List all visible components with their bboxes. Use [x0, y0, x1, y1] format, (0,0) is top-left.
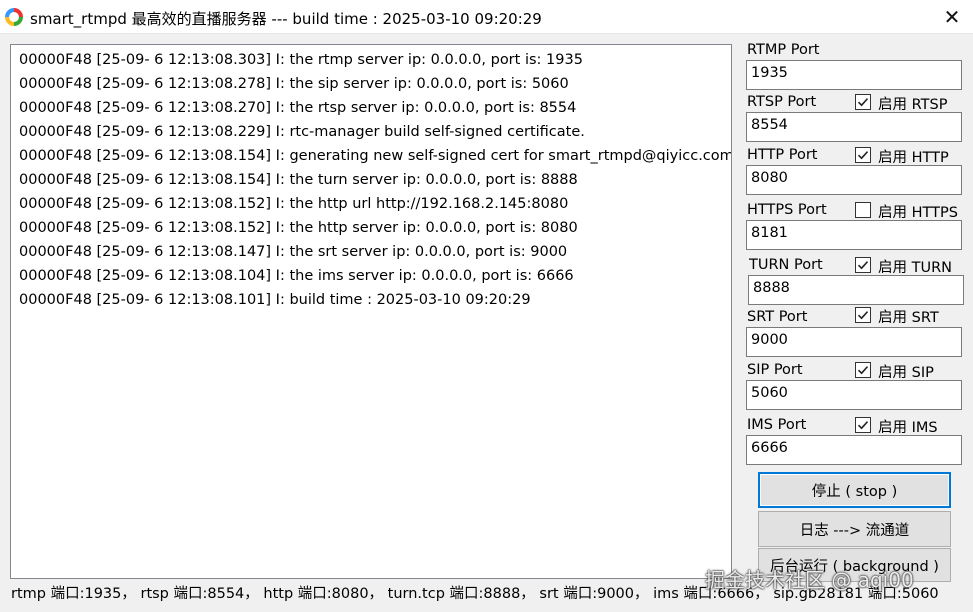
turn-port-label: TURN Port	[749, 257, 823, 273]
log-line: 00000F48 [25-09- 6 12:13:08.101] I: buil…	[19, 292, 531, 308]
log-line: 00000F48 [25-09- 6 12:13:08.147] I: the …	[19, 244, 568, 260]
log-stream-button[interactable]: 日志 ---> 流通道	[758, 511, 951, 547]
checkmark-icon	[857, 421, 869, 430]
checkmark-icon	[857, 366, 869, 375]
checkmark-icon	[857, 98, 869, 107]
turn-enable-label: 启用 TURN	[878, 260, 953, 276]
http-port-label: HTTP Port	[747, 147, 818, 163]
ims-port-input[interactable]: 6666	[746, 435, 962, 465]
status-bar: rtmp 端口:1935， rtsp 端口:8554， http 端口:8080…	[0, 583, 973, 612]
log-line: 00000F48 [25-09- 6 12:13:08.104] I: the …	[19, 268, 574, 284]
http-enable-checkbox[interactable]	[855, 147, 871, 163]
https-enable-checkbox[interactable]	[855, 202, 871, 218]
sip-port-input[interactable]: 5060	[746, 380, 962, 410]
srt-enable-checkbox[interactable]	[855, 307, 871, 323]
sip-enable-checkbox[interactable]	[855, 362, 871, 378]
https-port-label: HTTPS Port	[747, 202, 827, 218]
log-line: 00000F48 [25-09- 6 12:13:08.152] I: the …	[19, 196, 569, 212]
checkmark-icon	[857, 151, 869, 160]
window-title: smart_rtmpd 最高效的直播服务器 --- build time : 2…	[30, 10, 542, 28]
sip-enable-label: 启用 SIP	[878, 365, 934, 381]
ims-enable-label: 启用 IMS	[878, 420, 938, 436]
turn-enable-checkbox[interactable]	[855, 257, 871, 273]
srt-port-label: SRT Port	[747, 309, 808, 325]
ims-port-label: IMS Port	[747, 417, 807, 433]
close-button[interactable]: ✕	[937, 2, 967, 32]
rtmp-port-label: RTMP Port	[747, 42, 820, 58]
log-line: 00000F48 [25-09- 6 12:13:08.229] I: rtc-…	[19, 124, 585, 140]
log-line: 00000F48 [25-09- 6 12:13:08.154] I: gene…	[19, 148, 732, 164]
ims-enable-checkbox[interactable]	[855, 417, 871, 433]
log-line: 00000F48 [25-09- 6 12:13:08.303] I: the …	[19, 52, 583, 68]
log-line: 00000F48 [25-09- 6 12:13:08.152] I: the …	[19, 220, 578, 236]
srt-enable-label: 启用 SRT	[878, 310, 939, 326]
stop-button[interactable]: 停止 ( stop )	[758, 472, 951, 508]
http-port-input[interactable]: 8080	[746, 165, 962, 195]
turn-port-input[interactable]: 8888	[748, 275, 964, 305]
checkmark-icon	[857, 261, 869, 270]
http-enable-label: 启用 HTTP	[878, 150, 949, 166]
rtsp-enable-checkbox[interactable]	[855, 94, 871, 110]
rtsp-port-input[interactable]: 8554	[746, 112, 962, 142]
rtsp-enable-label: 启用 RTSP	[878, 97, 948, 113]
log-line: 00000F48 [25-09- 6 12:13:08.278] I: the …	[19, 76, 569, 92]
checkmark-icon	[857, 311, 869, 320]
https-port-input[interactable]: 8181	[746, 220, 962, 250]
rtmp-port-input[interactable]: 1935	[746, 60, 962, 90]
rtsp-port-label: RTSP Port	[747, 94, 817, 110]
log-output[interactable]: 00000F48 [25-09- 6 12:13:08.303] I: the …	[10, 44, 732, 579]
log-line: 00000F48 [25-09- 6 12:13:08.270] I: the …	[19, 100, 577, 116]
srt-port-input[interactable]: 9000	[746, 327, 962, 357]
sip-port-label: SIP Port	[747, 362, 803, 378]
title-bar: smart_rtmpd 最高效的直播服务器 --- build time : 2…	[0, 0, 973, 34]
app-logo-icon	[5, 8, 23, 26]
log-line: 00000F48 [25-09- 6 12:13:08.154] I: the …	[19, 172, 578, 188]
https-enable-label: 启用 HTTPS	[878, 205, 958, 221]
background-button[interactable]: 后台运行 ( background )	[758, 548, 951, 582]
